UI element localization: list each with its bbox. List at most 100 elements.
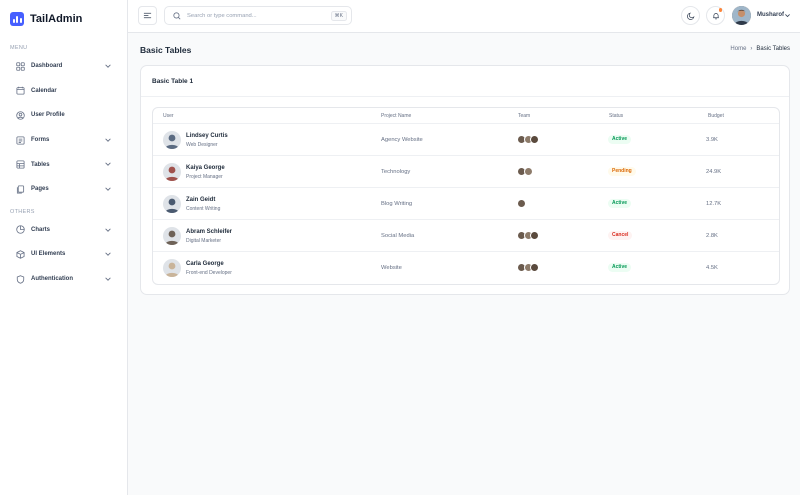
chevron-down-icon [105, 277, 111, 281]
sidebar-item-label: Calendar [31, 87, 57, 94]
table-header: User Project Name Team Status Budget [153, 108, 779, 124]
table-row[interactable]: Kaiya George Project Manager Technology … [153, 156, 779, 188]
search-icon [173, 11, 181, 19]
table-icon [16, 160, 25, 169]
user-role: Web Designer [186, 142, 218, 148]
sidebar-item-label: Tables [31, 161, 50, 168]
project-name: Technology [381, 169, 411, 175]
top-header: ⌘K Musharof [128, 0, 800, 33]
sidebar-item-user-profile[interactable]: User Profile [0, 103, 127, 128]
pages-icon [16, 185, 25, 194]
budget-value: 2.8K [706, 233, 718, 239]
basic-table-card: Basic Table 1 User Project Name Team Sta… [140, 65, 790, 295]
grid-icon [16, 62, 25, 71]
sidebar-item-label: Charts [31, 226, 51, 233]
user-name: Carla George [186, 261, 224, 267]
user-circle-icon [16, 111, 25, 120]
column-header-user: User [163, 113, 174, 119]
brand[interactable]: TailAdmin [0, 0, 127, 38]
menu-icon [143, 12, 152, 19]
search-shortcut: ⌘K [330, 10, 347, 21]
theme-toggle-button[interactable] [681, 6, 700, 25]
box-icon [16, 250, 25, 259]
team-avatars [517, 199, 526, 208]
project-name: Social Media [381, 233, 415, 239]
user-name[interactable]: Musharof [757, 12, 784, 18]
chevron-down-icon [105, 138, 111, 142]
shield-icon [16, 274, 25, 284]
user-avatar [163, 259, 181, 277]
sidebar-item-label: Pages [31, 186, 49, 193]
team-avatars [517, 263, 539, 272]
column-header-budget: Budget [708, 113, 724, 119]
chevron-down-icon [105, 252, 111, 256]
status-badge: Cancel [608, 231, 633, 240]
sidebar-item-tables[interactable]: Tables [0, 152, 127, 177]
sidebar-item-calendar[interactable]: Calendar [0, 79, 127, 104]
search-input[interactable] [187, 12, 327, 19]
status-badge: Active [608, 135, 632, 144]
budget-value: 3.9K [706, 137, 718, 143]
chevron-down-icon [105, 228, 111, 232]
user-role: Project Manager [186, 174, 223, 180]
team-member-avatar [517, 199, 526, 208]
card-divider [141, 96, 789, 97]
team-member-avatar [523, 167, 533, 176]
user-avatar [163, 131, 181, 149]
sidebar-item-authentication[interactable]: Authentication [0, 267, 127, 292]
sidebar-item-label: Dashboard [31, 63, 63, 70]
others-section-label: OTHERS [10, 208, 35, 215]
status-badge: Active [608, 199, 632, 208]
chevron-down-icon[interactable] [784, 12, 791, 19]
user-name: Lindsey Curtis [186, 133, 228, 139]
table-row[interactable]: Abram Schleifer Digital Marketer Social … [153, 220, 779, 252]
user-avatar [163, 163, 181, 181]
team-avatars [517, 167, 533, 176]
column-header-team: Team [518, 113, 531, 119]
table-row[interactable]: Carla George Front-end Developer Website… [153, 252, 779, 284]
team-avatars [517, 135, 539, 144]
sidebar: TailAdmin MENU Dashboard Calendar User P… [0, 0, 128, 495]
budget-value: 24.9K [706, 169, 722, 175]
table-row[interactable]: Zain Geidt Content Writing Blog Writing … [153, 188, 779, 220]
chevron-down-icon [105, 162, 111, 167]
status-badge: Pending [608, 167, 636, 176]
search-box[interactable]: ⌘K [164, 6, 352, 25]
table-row[interactable]: Lindsey Curtis Web Designer Agency Websi… [153, 124, 779, 156]
user-role: Content Writing [186, 206, 221, 212]
page-title: Basic Tables [140, 45, 192, 55]
notifications-button[interactable] [706, 6, 725, 25]
team-member-avatar [530, 263, 539, 272]
data-table: User Project Name Team Status Budget Lin… [152, 107, 780, 285]
sidebar-item-dashboard[interactable]: Dashboard [0, 54, 127, 79]
breadcrumb-home-link[interactable]: Home [730, 46, 746, 52]
breadcrumb-current: Basic Tables [756, 46, 790, 52]
user-avatar[interactable] [732, 6, 751, 25]
table-body: Lindsey Curtis Web Designer Agency Websi… [153, 124, 779, 284]
project-name: Website [381, 265, 402, 271]
budget-value: 12.7K [706, 201, 722, 207]
logo-icon [10, 12, 24, 26]
sidebar-item-forms[interactable]: Forms [0, 128, 127, 153]
list-icon [16, 136, 25, 145]
column-header-status: Status [609, 113, 624, 119]
pie-chart-icon [16, 225, 25, 235]
team-member-avatar [530, 231, 539, 240]
breadcrumb: Home › Basic Tables [730, 46, 790, 52]
brand-name: TailAdmin [30, 13, 83, 25]
sidebar-toggle-button[interactable] [138, 6, 157, 25]
user-role: Front-end Developer [186, 270, 232, 276]
notification-dot [718, 8, 722, 12]
bell-icon [712, 12, 719, 19]
user-name: Abram Schleifer [186, 229, 233, 235]
sidebar-item-charts[interactable]: Charts [0, 218, 127, 243]
sidebar-item-pages[interactable]: Pages [0, 177, 127, 202]
calendar-icon [16, 86, 25, 95]
team-member-avatar [530, 135, 539, 144]
user-role: Digital Marketer [186, 238, 222, 244]
sidebar-item-label: UI Elements [31, 251, 66, 258]
card-title: Basic Table 1 [152, 78, 194, 85]
sidebar-item-ui-elements[interactable]: UI Elements [0, 242, 127, 267]
project-name: Agency Website [381, 137, 423, 143]
status-badge: Active [608, 263, 632, 272]
